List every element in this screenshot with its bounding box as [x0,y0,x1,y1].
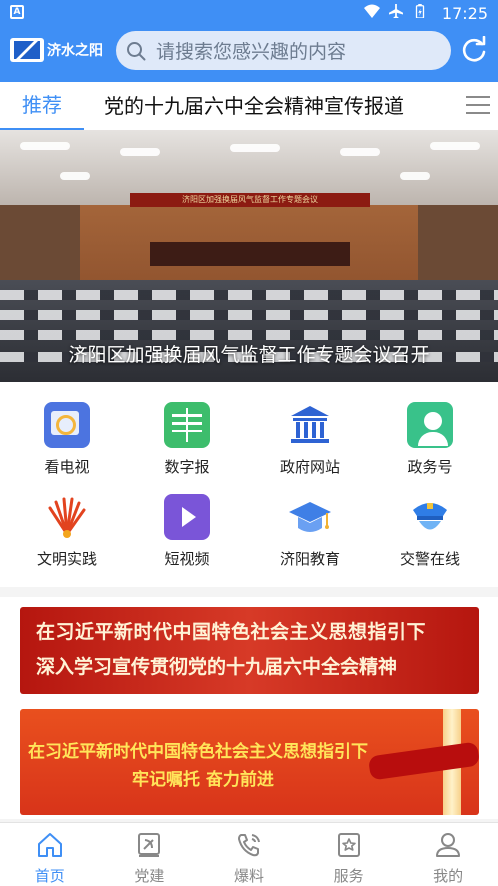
wifi-icon [364,4,380,18]
nav-label: 爆料 [233,867,264,885]
quick-link-tv[interactable]: 看电视 [5,382,129,476]
tv-icon [44,402,90,448]
nav-label: 首页 [34,867,65,885]
headline-banner[interactable]: 济阳区加强换届风气监督工作专题会议 济阳区加强换届风气监督工作专题会议召开 [0,130,498,382]
channel-menu-icon[interactable] [466,96,490,116]
bottom-navigation: 首页 党建 爆料 服务 我的 [0,822,498,886]
promo-section: 在习近平新时代中国特色社会主义思想指引下 深入学习宣传贯彻党的十九届六中全会精神… [0,597,498,819]
promo-line-1: 在习近平新时代中国特色社会主义思想指引下 [28,742,368,762]
nav-party-building[interactable]: 党建 [100,823,200,886]
quick-link-short-video[interactable]: 短视频 [125,474,249,568]
quick-link-official-account[interactable]: 政务号 [368,382,492,476]
app-notification-icon: A [10,5,24,19]
tab-sixth-plenary-session[interactable]: 党的十九届六中全会精神宣传报道 [104,82,404,130]
quick-link-newspaper[interactable]: 数字报 [125,382,249,476]
quick-link-government-site[interactable]: 政府网站 [248,382,372,476]
promo-line-1: 在习近平新时代中国特色社会主义思想指引下 [36,621,427,643]
short-video-icon [164,494,210,540]
quick-link-education[interactable]: 济阳教育 [248,474,372,568]
government-building-icon [287,402,333,448]
airplane-icon [389,4,403,18]
search-icon [127,41,146,60]
official-account-icon [407,402,453,448]
home-icon [37,833,62,857]
refresh-icon[interactable] [460,36,488,64]
promo-line-2: 牢记嘱托 奋力前进 [132,770,274,790]
quick-links-grid: 看电视 数字报 政府网站 政务号 文明实践 短视频 济阳教育 交警在线 [0,382,498,587]
promo-line-2: 深入学习宣传贯彻党的十九届六中全会精神 [36,656,398,678]
status-bar: A 17:25 [0,0,498,26]
search-placeholder: 请搜索您感兴趣的内容 [156,41,347,63]
civilization-practice-icon [44,494,90,540]
education-cap-icon [287,494,333,540]
newspaper-icon [164,402,210,448]
banner-meeting-sign: 济阳区加强换届风气监督工作专题会议 [130,193,370,207]
tab-recommended[interactable]: 推荐 [0,82,84,130]
promo-banner-plenary[interactable]: 在习近平新时代中国特色社会主义思想指引下 深入学习宣传贯彻党的十九届六中全会精神 [20,607,479,694]
nav-service[interactable]: 服务 [299,823,399,886]
nav-label: 我的 [433,867,464,885]
quick-link-label: 文明实践 [36,550,97,568]
battery-icon [415,4,425,18]
app-name: 济水之阳 [47,43,103,59]
nav-profile[interactable]: 我的 [398,823,498,886]
quick-link-traffic-police[interactable]: 交警在线 [368,474,492,568]
nav-hotline[interactable]: 爆料 [199,823,299,886]
status-time: 17:25 [441,4,488,23]
channel-tabs: 推荐 党的十九届六中全会精神宣传报道 [0,82,498,130]
traffic-police-icon [407,494,453,540]
quick-link-label: 短视频 [164,550,210,568]
profile-icon [436,833,461,857]
quick-link-civilization-practice[interactable]: 文明实践 [5,474,129,568]
party-building-icon [138,833,161,857]
quick-link-label: 济阳教育 [279,550,340,568]
nav-label: 党建 [134,867,165,885]
app-logo[interactable]: 济水之阳 [10,38,103,62]
promo-banner-forward[interactable]: 在习近平新时代中国特色社会主义思想指引下 牢记嘱托 奋力前进 [20,709,479,815]
hotline-icon [237,834,260,857]
service-star-icon [337,833,360,857]
nav-home[interactable]: 首页 [0,823,100,886]
app-header: A 17:25 济水之阳 请搜索您感兴趣的内容 [0,0,498,82]
quick-link-label: 交警在线 [399,550,460,568]
banner-caption: 济阳区加强换届风气监督工作专题会议召开 [68,344,430,366]
nav-label: 服务 [333,867,364,885]
search-bar[interactable]: 请搜索您感兴趣的内容 [116,31,451,70]
logo-mark-icon [10,38,44,62]
